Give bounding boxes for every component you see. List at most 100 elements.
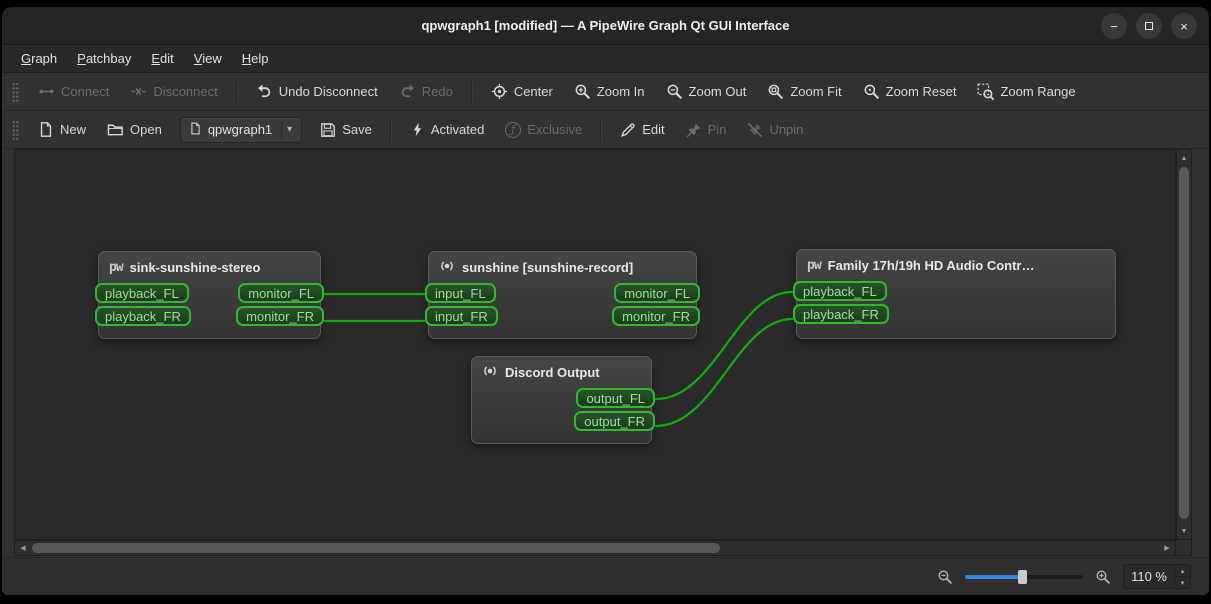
pipewire-icon: pw: [109, 259, 124, 275]
zoom-range-button[interactable]: Zoom Range: [968, 78, 1084, 105]
menu-edit[interactable]: Edit: [142, 48, 182, 69]
output-ports: monitor_FL monitor_FR: [612, 283, 700, 326]
close-button[interactable]: ×: [1171, 13, 1197, 39]
zoom-reset-button[interactable]: Zoom Reset: [854, 78, 966, 105]
port-monitor-fr[interactable]: monitor_FR: [612, 306, 700, 326]
center-button[interactable]: Center: [482, 78, 562, 105]
port-output-fl[interactable]: output_FL: [576, 388, 655, 408]
scroll-up-icon[interactable]: ▲: [1177, 151, 1191, 165]
exclusive-button[interactable]: ƒ Exclusive: [496, 117, 591, 143]
zoom-fit-button[interactable]: Zoom Fit: [758, 78, 850, 105]
pin-icon: [686, 122, 702, 138]
record-icon: [482, 363, 498, 382]
unpin-button[interactable]: Unpin: [738, 117, 812, 143]
maximize-button[interactable]: [1136, 13, 1162, 39]
undo-disconnect-button[interactable]: Undo Disconnect: [247, 78, 387, 105]
node-discord-output[interactable]: Discord Output output_FL output_FR: [471, 356, 655, 444]
menu-view[interactable]: View: [185, 48, 231, 69]
node-header: sunshine [sunshine-record]: [429, 252, 696, 282]
zoom-slider[interactable]: [965, 569, 1084, 585]
pin-button[interactable]: Pin: [677, 117, 736, 143]
output-ports: output_FL output_FR: [574, 388, 655, 431]
edit-label: Edit: [642, 122, 665, 137]
zoom-in-mini-icon: [1095, 569, 1111, 585]
toolbar-drag-handle[interactable]: [12, 119, 19, 140]
toolbar-separator: [389, 118, 392, 141]
save-button[interactable]: Save: [311, 117, 381, 143]
port-input-fl[interactable]: input_FL: [425, 283, 496, 303]
zoom-in-button[interactable]: Zoom In: [565, 78, 654, 105]
toolbar-separator: [600, 118, 603, 141]
edit-button[interactable]: Edit: [611, 117, 673, 143]
port-input-fr[interactable]: input_FR: [425, 306, 498, 326]
zoom-out-icon: [666, 83, 683, 100]
port-playback-fr[interactable]: playback_FR: [793, 304, 889, 324]
input-ports: playback_FL playback_FR: [793, 281, 889, 324]
menu-help[interactable]: Help: [233, 48, 278, 69]
node-sunshine-record[interactable]: sunshine [sunshine-record] input_FL inpu…: [425, 251, 700, 339]
vertical-scrollbar[interactable]: ▲ ▼: [1176, 149, 1192, 540]
port-playback-fl[interactable]: playback_FL: [95, 283, 189, 303]
center-icon: [491, 83, 508, 100]
app-window: qpwgraph1 [modified] — A PipeWire Graph …: [2, 7, 1209, 595]
patchbay-file-icon: [189, 121, 202, 139]
patchbay-profile-combo[interactable]: qpwgraph1 ▾: [179, 116, 303, 143]
zoom-value[interactable]: 110 %: [1124, 565, 1174, 588]
node-header: pw sink-sunshine-stereo: [99, 252, 320, 282]
scroll-left-icon[interactable]: ◀: [16, 541, 30, 555]
node-title-text: sunshine [sunshine-record]: [462, 259, 634, 275]
zoom-reset-icon: [863, 83, 880, 100]
port-playback-fl[interactable]: playback_FL: [793, 281, 887, 301]
port-rows: playback_FL playback_FR monitor_FL monit…: [95, 283, 324, 326]
zoom-in-label: Zoom In: [596, 84, 645, 99]
spin-up-icon[interactable]: ▴: [1175, 565, 1190, 577]
redo-button[interactable]: Redo: [390, 78, 462, 105]
redo-icon: [399, 83, 416, 100]
menu-graph[interactable]: Graph: [12, 48, 66, 69]
zoom-spinbox[interactable]: 110 % ▴ ▾: [1123, 564, 1191, 589]
graph-canvas[interactable]: pw sink-sunshine-stereo playback_FL play…: [14, 149, 1176, 540]
vertical-scroll-thumb[interactable]: [1179, 167, 1189, 519]
toolbar-drag-handle[interactable]: [12, 81, 19, 102]
scroll-down-icon[interactable]: ▼: [1177, 524, 1191, 538]
zoom-out-mini-icon: [937, 569, 953, 585]
close-icon: ×: [1180, 18, 1188, 34]
zoom-in-icon: [574, 83, 591, 100]
port-monitor-fl[interactable]: monitor_FL: [238, 283, 324, 303]
connection-cables: [323, 290, 794, 428]
open-folder-icon: [107, 121, 124, 138]
port-output-fr[interactable]: output_FR: [574, 411, 655, 431]
open-label: Open: [130, 122, 162, 137]
connect-label: Connect: [61, 84, 110, 99]
horizontal-scroll-thumb[interactable]: [32, 543, 720, 553]
minimize-button[interactable]: −: [1101, 13, 1127, 39]
horizontal-scrollbar[interactable]: ◀ ▶: [14, 540, 1176, 556]
zoom-slider-fill: [965, 574, 1023, 579]
maximize-icon: [1145, 22, 1153, 30]
zoom-slider-handle[interactable]: [1018, 569, 1028, 584]
port-rows: input_FL input_FR monitor_FL monitor_FR: [425, 283, 700, 326]
new-file-icon: [38, 121, 54, 138]
scroll-right-icon[interactable]: ▶: [1160, 541, 1174, 555]
spin-down-icon[interactable]: ▾: [1175, 577, 1190, 588]
new-button[interactable]: New: [29, 116, 95, 143]
zoom-out-button[interactable]: Zoom Out: [657, 78, 756, 105]
input-ports: input_FL input_FR: [425, 283, 498, 326]
activated-button[interactable]: Activated: [401, 116, 493, 143]
menu-patchbay[interactable]: Patchbay: [68, 48, 140, 69]
zoom-fit-icon: [767, 83, 784, 100]
node-sink-sunshine-stereo[interactable]: pw sink-sunshine-stereo playback_FL play…: [95, 251, 324, 339]
port-monitor-fr[interactable]: monitor_FR: [236, 306, 324, 326]
disconnect-label: Disconnect: [153, 84, 218, 99]
port-playback-fr[interactable]: playback_FR: [95, 306, 191, 326]
scrollbar-corner: [1176, 540, 1192, 556]
undo-icon: [256, 83, 273, 100]
open-button[interactable]: Open: [98, 116, 171, 143]
connect-button[interactable]: Connect: [29, 78, 118, 105]
node-family-hd-audio[interactable]: pw Family 17h/19h HD Audio Contr… playba…: [793, 249, 1116, 339]
zoom-fit-label: Zoom Fit: [790, 84, 842, 99]
disconnect-button[interactable]: Disconnect: [121, 78, 226, 105]
port-monitor-fl[interactable]: monitor_FL: [614, 283, 700, 303]
window-title: qpwgraph1 [modified] — A PipeWire Graph …: [421, 18, 790, 33]
titlebar[interactable]: qpwgraph1 [modified] — A PipeWire Graph …: [2, 7, 1209, 45]
